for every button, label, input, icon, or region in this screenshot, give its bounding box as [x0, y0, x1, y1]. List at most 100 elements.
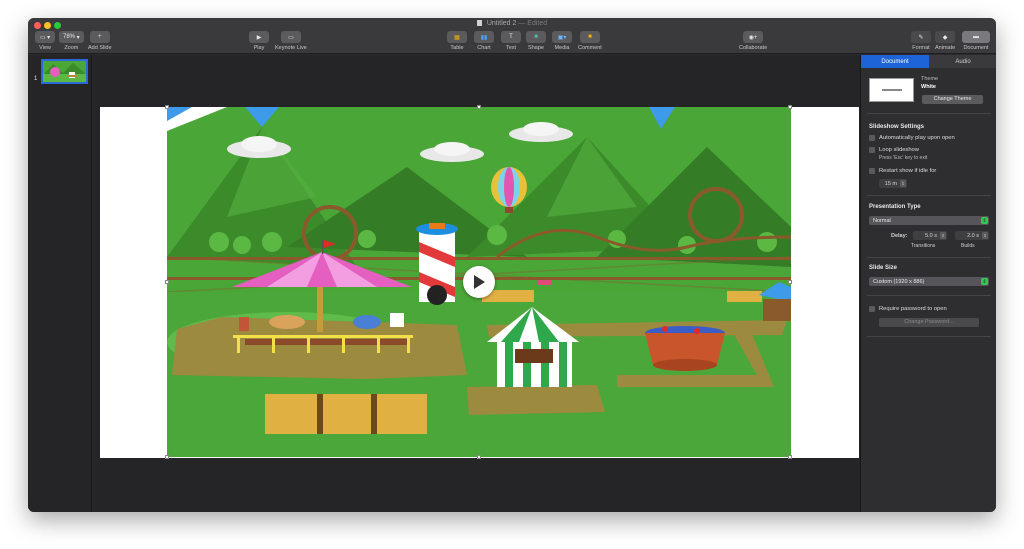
transitions-label: Transitions	[911, 243, 936, 249]
resize-handle-top-left[interactable]	[165, 105, 169, 109]
divider	[867, 295, 991, 296]
idle-time-value: 15 m	[884, 180, 897, 187]
play-icon: ▶	[249, 31, 269, 43]
chart-button[interactable]: ▮▮ Chart	[474, 31, 494, 51]
animate-button[interactable]: ◆ Animate	[935, 31, 955, 51]
checkbox-icon	[869, 168, 875, 174]
restart-idle-label: Restart show if idle for	[879, 168, 937, 174]
collaborate-button[interactable]: ◉+ Collaborate	[739, 31, 767, 51]
auto-play-label: Automatically play upon open	[879, 135, 955, 141]
theme-label: Theme	[921, 76, 939, 82]
loop-slideshow-text: Loop slideshow Press 'Esc' key to exit	[879, 147, 927, 161]
stepper-arrows-icon[interactable]: ⇕	[900, 180, 906, 187]
checkbox-icon	[869, 306, 875, 312]
idle-time-stepper[interactable]: 15 m ⇕	[879, 179, 907, 188]
slide-number: 1	[34, 76, 38, 82]
paintbrush-icon: ✎	[911, 31, 931, 43]
view-icon: ▭ ▾	[35, 31, 55, 43]
resize-handle-top[interactable]	[477, 105, 481, 109]
play-button[interactable]: ▶ Play	[249, 31, 269, 51]
view-button[interactable]: ▭ ▾ View	[35, 31, 55, 51]
keynote-live-icon: ▭	[280, 31, 301, 43]
play-movie-button[interactable]	[463, 266, 495, 298]
theme-preview[interactable]	[869, 78, 914, 102]
plus-icon: +	[89, 31, 110, 43]
slide-size-title: Slide Size	[869, 265, 898, 271]
shape-icon: ■	[526, 31, 546, 43]
media-button[interactable]: ▣▾ Media	[552, 31, 572, 51]
comment-button[interactable]: ■ Comment	[578, 31, 602, 51]
resize-handle-bottom-right[interactable]	[788, 455, 792, 459]
document-inspector: Document Audio Theme White Change Theme …	[860, 55, 996, 512]
tab-audio[interactable]: Audio	[929, 55, 996, 68]
slide-canvas[interactable]	[93, 55, 860, 512]
text-label: Text	[505, 45, 517, 51]
window-title: Untitled 2 — Edited	[28, 20, 996, 27]
add-slide-button[interactable]: + Add Slide	[88, 31, 112, 51]
require-password-checkbox[interactable]: Require password to open	[869, 306, 947, 312]
transitions-delay-stepper[interactable]: 5.0 s ⇕	[913, 231, 947, 240]
presentation-type-value: Normal	[873, 217, 891, 224]
loop-slideshow-label: Loop slideshow	[879, 147, 919, 153]
tab-document[interactable]: Document	[861, 55, 929, 68]
resize-handle-left[interactable]	[165, 280, 169, 284]
format-button[interactable]: ✎ Format	[911, 31, 931, 51]
chart-icon: ▮▮	[474, 31, 494, 43]
animate-label: Animate	[935, 45, 956, 51]
document-button[interactable]: ▬ Document	[962, 31, 990, 51]
resize-handle-top-right[interactable]	[788, 105, 792, 109]
builds-delay-stepper[interactable]: 2.0 s ⇕	[955, 231, 989, 240]
checkbox-icon	[869, 135, 875, 141]
table-icon: ▦	[447, 31, 467, 43]
document-title: Untitled 2	[486, 20, 517, 27]
resize-handle-bottom[interactable]	[477, 455, 481, 459]
loop-slideshow-hint: Press 'Esc' key to exit	[879, 155, 928, 161]
builds-delay-value: 2.0 s	[967, 232, 979, 239]
auto-play-checkbox[interactable]: Automatically play upon open	[869, 135, 955, 141]
zoom-value: 78% ▾	[59, 31, 84, 43]
stepper-arrows-icon[interactable]: ⇕	[940, 232, 946, 239]
animate-icon: ◆	[935, 31, 956, 43]
slide-thumbnail[interactable]	[41, 59, 88, 84]
chart-label: Chart	[477, 45, 491, 51]
restart-idle-checkbox[interactable]: Restart show if idle for	[869, 168, 936, 174]
slide-size-select[interactable]: Custom (1920 x 886) ⇕	[869, 277, 989, 286]
presentation-type-select[interactable]: Normal ⇕	[869, 216, 989, 225]
text-button[interactable]: T Text	[501, 31, 521, 51]
document-icon	[476, 20, 482, 26]
table-label: Table	[450, 45, 464, 51]
play-triangle-icon	[474, 275, 485, 289]
document-panel-icon: ▬	[962, 31, 990, 43]
presentation-type-title: Presentation Type	[869, 204, 921, 210]
slide-thumbnail-scene	[43, 61, 86, 82]
text-icon: T	[501, 31, 521, 43]
change-theme-button[interactable]: Change Theme	[922, 95, 983, 104]
zoom-label: Zoom	[64, 45, 79, 51]
inspector-tabs: Document Audio	[861, 55, 996, 68]
builds-label: Builds	[961, 243, 975, 249]
theme-preview-line	[881, 89, 902, 91]
table-button[interactable]: ▦ Table	[447, 31, 467, 51]
zoom-button[interactable]: 78% ▾ Zoom	[59, 31, 84, 51]
checkbox-icon	[869, 147, 875, 153]
chevron-updown-icon: ⇕	[981, 217, 988, 224]
shape-label: Shape	[528, 45, 544, 51]
keynote-live-button[interactable]: ▭ Keynote Live	[275, 31, 307, 51]
resize-handle-right[interactable]	[788, 280, 792, 284]
shape-button[interactable]: ■ Shape	[526, 31, 546, 51]
change-password-button[interactable]: Change Password...	[879, 318, 979, 327]
slide-image[interactable]	[167, 107, 791, 457]
collaborate-icon: ◉+	[743, 31, 764, 43]
media-label: Media	[554, 45, 570, 51]
document-label: Document	[963, 45, 989, 51]
chevron-updown-icon: ⇕	[981, 278, 988, 285]
theme-name: White	[921, 84, 936, 90]
play-label: Play	[253, 45, 265, 51]
loop-slideshow-checkbox[interactable]: Loop slideshow Press 'Esc' key to exit	[869, 147, 927, 161]
media-icon: ▣▾	[552, 31, 572, 43]
require-password-label: Require password to open	[879, 306, 947, 312]
title-bar: Untitled 2 — Edited ▭ ▾ View 78% ▾ Zoom …	[28, 18, 996, 54]
resize-handle-bottom-left[interactable]	[165, 455, 169, 459]
zoom-value-text: 78%	[63, 34, 76, 40]
stepper-arrows-icon[interactable]: ⇕	[982, 232, 988, 239]
